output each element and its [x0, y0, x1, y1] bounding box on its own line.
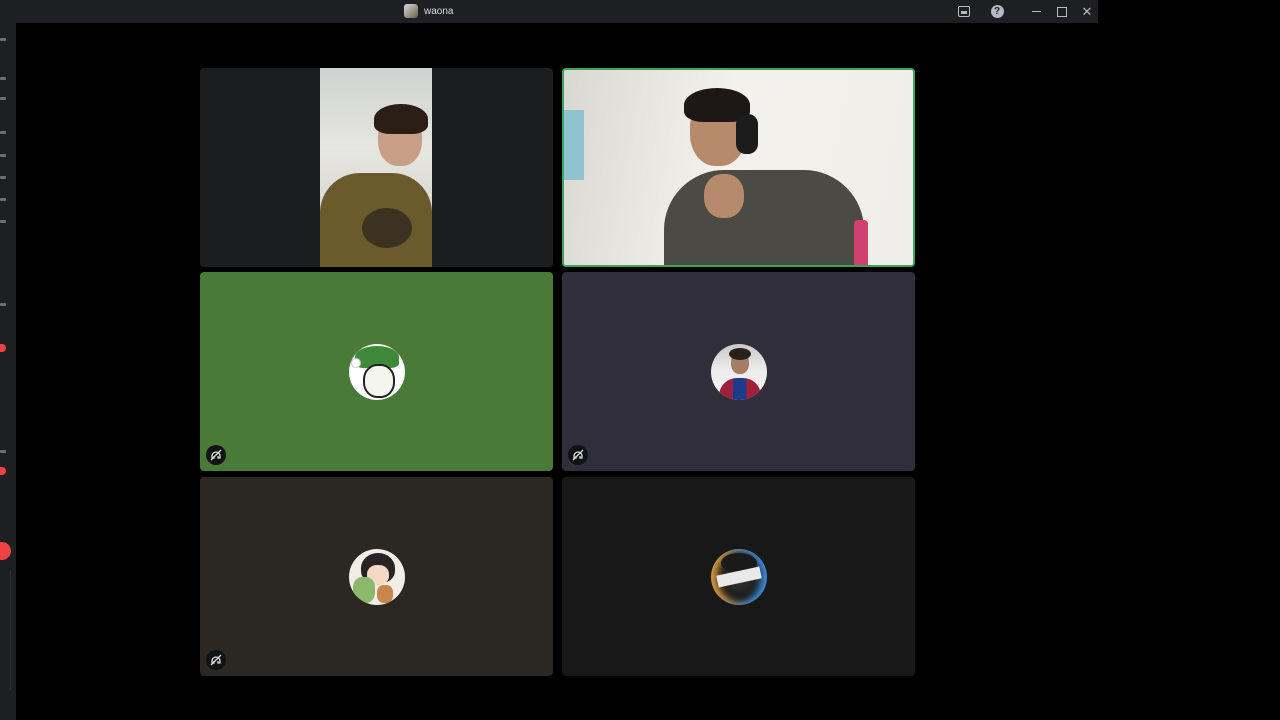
minimize-button[interactable]: [1024, 0, 1048, 23]
sidebar-marker: [0, 198, 6, 201]
window-title-text: waona: [424, 5, 454, 17]
participant-tile[interactable]: [200, 272, 553, 471]
minimize-icon: [1031, 11, 1041, 12]
pepe-avatar: [348, 343, 405, 400]
sidebar-marker: [0, 97, 6, 100]
sidebar-divider: [0, 570, 11, 690]
help-button[interactable]: ?: [985, 0, 1009, 23]
video-tile-speaking[interactable]: [562, 68, 915, 267]
notification-badge: [0, 467, 6, 475]
sidebar-marker: [0, 220, 6, 223]
participant-tile[interactable]: [562, 272, 915, 471]
messi-avatar: [710, 343, 767, 400]
notification-badge: [0, 344, 6, 352]
sidebar-marker: [0, 303, 6, 306]
sidebar-marker: [0, 176, 6, 179]
video-tile-camera[interactable]: [200, 68, 553, 267]
inbox-button[interactable]: [952, 0, 976, 23]
window-title: waona: [404, 4, 453, 18]
inbox-icon: [958, 6, 970, 17]
participant-tile[interactable]: [200, 477, 553, 676]
deafened-icon: [206, 445, 226, 465]
participant-tile[interactable]: [562, 477, 915, 676]
sidebar-marker: [0, 154, 6, 157]
deafened-icon: [206, 650, 226, 670]
maximize-icon: [1057, 6, 1067, 17]
sidebar-marker: [0, 77, 6, 80]
close-button[interactable]: ✕: [1075, 0, 1099, 23]
maximize-button[interactable]: [1050, 0, 1074, 23]
close-icon: ✕: [1081, 4, 1093, 19]
title-bar: waona ? ✕: [16, 0, 1098, 23]
deafened-icon: [568, 445, 588, 465]
sidebar-marker: [0, 450, 6, 453]
server-sidebar[interactable]: [0, 0, 16, 720]
sidebar-marker: [0, 38, 6, 41]
leave-call-button[interactable]: [0, 542, 11, 560]
anime-avatar: [348, 548, 405, 605]
ninja-avatar: [710, 548, 767, 605]
sidebar-marker: [0, 131, 6, 134]
camera-feed: [320, 68, 432, 267]
user-avatar: [404, 4, 418, 18]
help-icon: ?: [990, 5, 1004, 18]
